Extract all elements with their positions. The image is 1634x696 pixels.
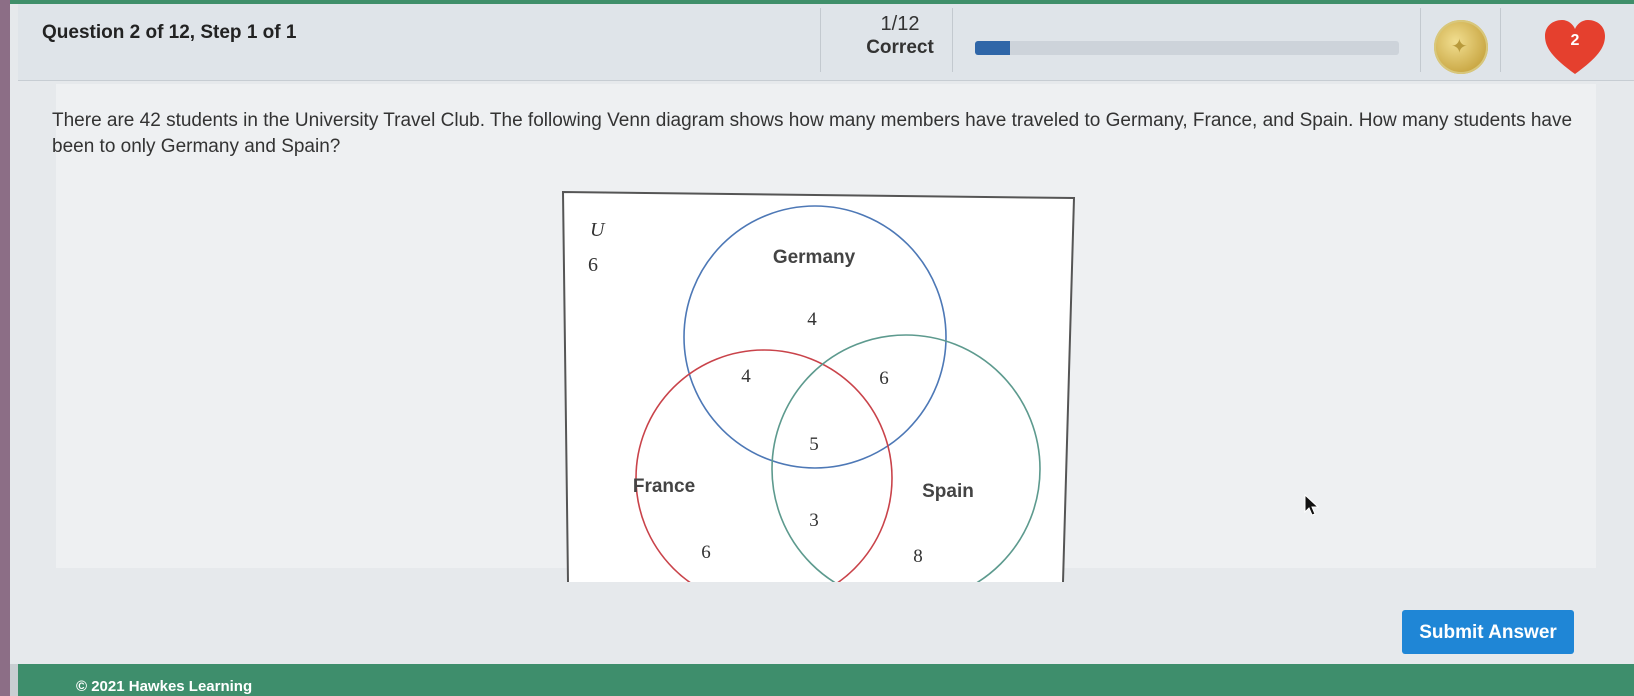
progress-fill — [975, 41, 1011, 55]
question-text: There are 42 students in the University … — [52, 110, 1573, 157]
universe-label: U — [590, 219, 606, 241]
germany-label: Germany — [773, 247, 856, 268]
header-divider — [1420, 8, 1421, 72]
region-france-spain: 3 — [809, 510, 819, 531]
lives-count: 2 — [1570, 32, 1580, 49]
hawk-emblem-icon: ✦ — [1451, 36, 1468, 58]
score-display: 1/12 Correct — [850, 12, 950, 60]
spain-label: Spain — [922, 481, 974, 502]
header-divider — [952, 8, 953, 72]
copyright-text: © 2021 Hawkes Learning — [76, 678, 253, 695]
france-label: France — [633, 476, 695, 497]
footer-bar: © 2021 Hawkes Learning — [18, 664, 1634, 696]
question-step-label: Question 2 of 12, Step 1 of 1 — [42, 22, 297, 43]
header-divider — [820, 8, 821, 72]
lives-heart-icon: 2 — [1543, 18, 1607, 78]
left-edge-strip — [0, 0, 10, 696]
region-germany-spain: 6 — [879, 368, 889, 389]
region-germany-france: 4 — [741, 366, 751, 387]
venn-diagram: U 6 Germany France Spain 4 4 6 5 3 6 8 — [561, 190, 1076, 583]
region-all-three: 5 — [809, 434, 819, 455]
progress-bar — [975, 41, 1399, 55]
submit-answer-button[interactable]: Submit Answer — [1402, 610, 1574, 654]
universe-outside-value: 6 — [588, 254, 598, 276]
mouse-cursor-icon — [1304, 494, 1320, 516]
score-fraction: 1/12 — [880, 13, 920, 35]
region-germany-only: 4 — [807, 309, 817, 330]
hawk-coin-icon[interactable]: ✦ — [1434, 20, 1488, 74]
region-spain-only: 8 — [913, 546, 923, 567]
header-divider — [1500, 8, 1501, 72]
region-france-only: 6 — [701, 542, 711, 563]
score-label: Correct — [866, 37, 934, 58]
